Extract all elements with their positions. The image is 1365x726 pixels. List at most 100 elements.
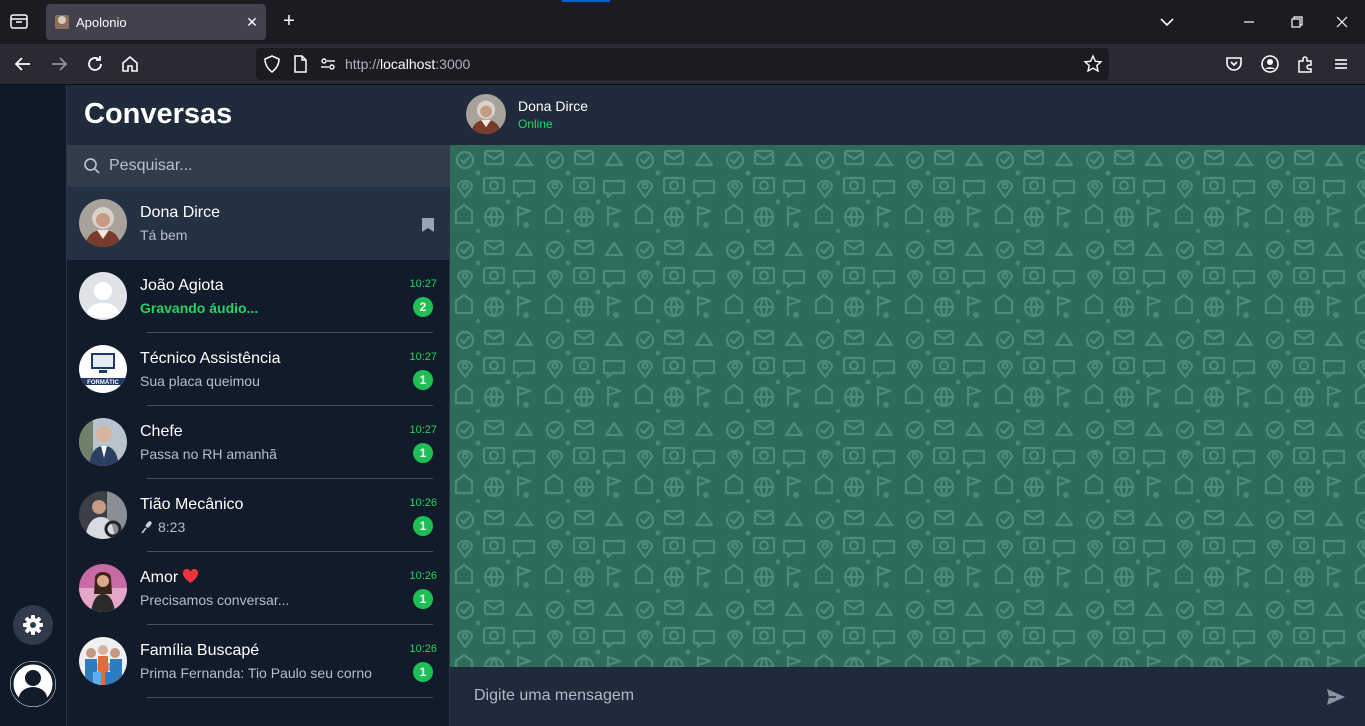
contact-name: Dona Dirce xyxy=(518,98,589,114)
chat-preview: Sua placa queimou xyxy=(140,373,260,389)
chat-name: Amor xyxy=(140,569,199,587)
profile-button[interactable] xyxy=(10,661,56,707)
gear-icon xyxy=(23,615,43,635)
doodle-pattern xyxy=(450,145,1365,667)
unread-badge: 1 xyxy=(413,662,433,682)
message-composer xyxy=(450,667,1365,726)
chat-time: 10:27 xyxy=(409,424,437,436)
menu-icon[interactable] xyxy=(1330,53,1352,75)
url-text[interactable]: http://localhost:3000 xyxy=(345,56,470,72)
chat-item-chefe[interactable]: Chefe Passa no RH amanhã 10:27 1 xyxy=(67,406,450,479)
bookmark-icon[interactable] xyxy=(421,217,435,233)
extensions-icon[interactable] xyxy=(1294,53,1316,75)
restore-icon[interactable] xyxy=(1284,10,1308,34)
chat-app: Conversas Dona Dirce Tá bem João Agiota xyxy=(0,85,1365,726)
voice-duration: 8:23 xyxy=(158,519,186,535)
unread-badge: 1 xyxy=(413,370,433,390)
chat-preview: Passa no RH amanhã xyxy=(140,446,277,462)
unread-badge: 1 xyxy=(413,516,433,536)
user-icon xyxy=(10,661,56,707)
chat-name: João Agiota xyxy=(140,277,224,294)
browser-tab-bar: Apolonio ✕ + xyxy=(0,0,1365,44)
bookmark-star-icon[interactable] xyxy=(1083,54,1103,74)
permissions-icon[interactable] xyxy=(318,54,338,74)
close-window-icon[interactable] xyxy=(1330,10,1354,34)
chat-list: Dona Dirce Tá bem João Agiota Gravando á… xyxy=(67,187,450,698)
browser-tab[interactable]: Apolonio ✕ xyxy=(46,4,266,40)
default-avatar xyxy=(79,272,127,320)
chat-preview: Prima Fernanda: Tio Paulo seu corno xyxy=(140,665,372,681)
back-icon[interactable] xyxy=(12,53,34,75)
chat-item-joao-agiota[interactable]: João Agiota Gravando áudio... 10:27 2 xyxy=(67,260,450,333)
chat-wallpaper xyxy=(450,145,1365,667)
favicon-icon xyxy=(55,15,69,29)
chat-name: Dona Dirce xyxy=(140,204,221,221)
shield-icon[interactable] xyxy=(262,54,282,74)
close-tab-icon[interactable]: ✕ xyxy=(242,12,262,32)
search-bar xyxy=(67,145,450,187)
chat-preview: Tá bem xyxy=(140,227,188,243)
conversation-panel: Dona Dirce Online xyxy=(450,85,1365,726)
chat-time: 10:27 xyxy=(409,278,437,290)
list-all-tabs-icon[interactable] xyxy=(1155,10,1179,34)
search-input[interactable] xyxy=(109,145,439,187)
unread-badge: 1 xyxy=(413,443,433,463)
chat-item-familia-buscape[interactable]: Família Buscapé Prima Fernanda: Tio Paul… xyxy=(67,625,450,698)
avatar xyxy=(79,564,127,612)
chat-preview: Precisamos conversar... xyxy=(140,592,290,608)
search-icon xyxy=(84,158,100,174)
heart-icon xyxy=(183,569,199,583)
chat-time: 10:26 xyxy=(409,570,437,582)
home-icon[interactable] xyxy=(119,53,141,75)
conversations-sidebar: Conversas Dona Dirce Tá bem João Agiota xyxy=(66,85,450,726)
unread-badge: 1 xyxy=(413,589,433,609)
page-icon[interactable] xyxy=(290,54,310,74)
pocket-icon[interactable] xyxy=(1223,53,1245,75)
conversation-header[interactable]: Dona Dirce Online xyxy=(450,85,1365,145)
send-icon[interactable] xyxy=(1325,686,1347,708)
contact-avatar[interactable] xyxy=(466,94,506,134)
chat-item-tiao-mecanico[interactable]: Tião Mecânico 8:23 10:26 1 xyxy=(67,479,450,552)
sidebar-title: Conversas xyxy=(84,98,233,130)
chat-time: 10:26 xyxy=(409,643,437,655)
sidebar-header: Conversas xyxy=(67,85,450,145)
url-host: localhost xyxy=(380,56,436,72)
left-rail xyxy=(0,85,66,726)
chat-item-tecnico-assistencia[interactable]: FORMÁTIC Técnico Assistência Sua placa q… xyxy=(67,333,450,406)
settings-button[interactable] xyxy=(13,605,53,645)
url-port: :3000 xyxy=(435,56,471,72)
chat-name: Família Buscapé xyxy=(140,642,260,659)
chat-name: Tião Mecânico xyxy=(140,496,244,513)
svg-text:FORMÁTIC: FORMÁTIC xyxy=(87,379,119,386)
chat-time: 10:27 xyxy=(409,351,437,363)
message-input[interactable] xyxy=(460,675,1310,717)
chat-item-amor[interactable]: Amor Precisamos conversar... 10:26 1 xyxy=(67,552,450,625)
account-icon[interactable] xyxy=(1259,53,1281,75)
chat-name: Técnico Assistência xyxy=(140,350,281,367)
tab-indicator xyxy=(562,0,610,2)
minimize-icon[interactable] xyxy=(1237,10,1261,34)
chat-item-dona-dirce[interactable]: Dona Dirce Tá bem xyxy=(67,187,450,260)
tab-list-icon[interactable] xyxy=(8,10,30,32)
url-bar[interactable]: http://localhost:3000 xyxy=(256,48,1109,80)
avatar xyxy=(79,418,127,466)
chat-name: Chefe xyxy=(140,423,183,440)
browser-nav-bar: http://localhost:3000 xyxy=(0,44,1365,85)
chat-preview: Gravando áudio... xyxy=(140,300,259,316)
unread-badge: 2 xyxy=(413,297,433,317)
url-protocol: http:// xyxy=(345,56,381,72)
chat-time: 10:26 xyxy=(409,497,437,509)
new-tab-icon[interactable]: + xyxy=(278,10,300,32)
avatar xyxy=(79,199,127,247)
divider xyxy=(147,697,433,698)
avatar: FORMÁTIC xyxy=(79,345,127,393)
forward-icon[interactable] xyxy=(48,53,70,75)
avatar xyxy=(79,491,127,539)
chat-preview: 8:23 xyxy=(140,519,185,535)
avatar xyxy=(79,637,127,685)
chat-name-text: Amor xyxy=(140,569,179,586)
microphone-icon xyxy=(141,521,152,534)
tab-title: Apolonio xyxy=(76,15,127,30)
reload-icon[interactable] xyxy=(84,53,106,75)
contact-status: Online xyxy=(518,117,553,131)
